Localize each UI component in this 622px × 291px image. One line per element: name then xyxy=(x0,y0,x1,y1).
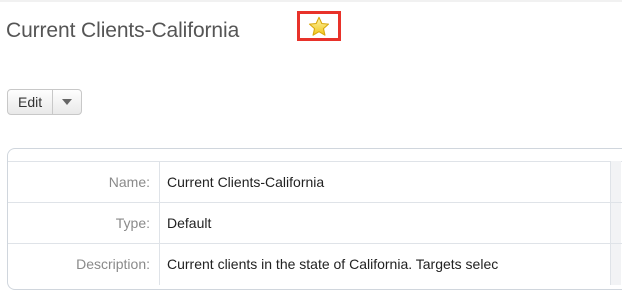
field-value[interactable]: Current clients in the state of Californ… xyxy=(167,256,622,272)
record-details-panel: Name: Current Clients-California Type: D… xyxy=(7,148,622,290)
edit-button[interactable]: Edit xyxy=(8,90,54,114)
field-row-type: Type: Default xyxy=(8,202,622,243)
field-label: Type: xyxy=(115,215,150,231)
chevron-down-icon xyxy=(62,99,73,105)
star-icon[interactable] xyxy=(308,16,330,37)
title-row: Current Clients-California xyxy=(6,16,239,46)
field-row-name: Name: Current Clients-California xyxy=(8,162,622,202)
top-divider xyxy=(0,0,622,2)
favorite-button[interactable] xyxy=(297,11,341,41)
field-list: Name: Current Clients-California Type: D… xyxy=(8,162,622,284)
page-title: Current Clients-California xyxy=(6,19,240,42)
record-view: Current Clients-California Edit Name: Cu… xyxy=(0,0,622,291)
edit-dropdown-toggle[interactable] xyxy=(53,90,81,114)
field-value[interactable]: Current Clients-California xyxy=(167,174,622,190)
field-row-description: Description: Current clients in the stat… xyxy=(8,243,622,284)
field-label: Description: xyxy=(76,256,150,272)
field-label: Name: xyxy=(108,174,150,190)
edit-button-group: Edit xyxy=(7,89,83,115)
field-value[interactable]: Default xyxy=(167,215,622,231)
